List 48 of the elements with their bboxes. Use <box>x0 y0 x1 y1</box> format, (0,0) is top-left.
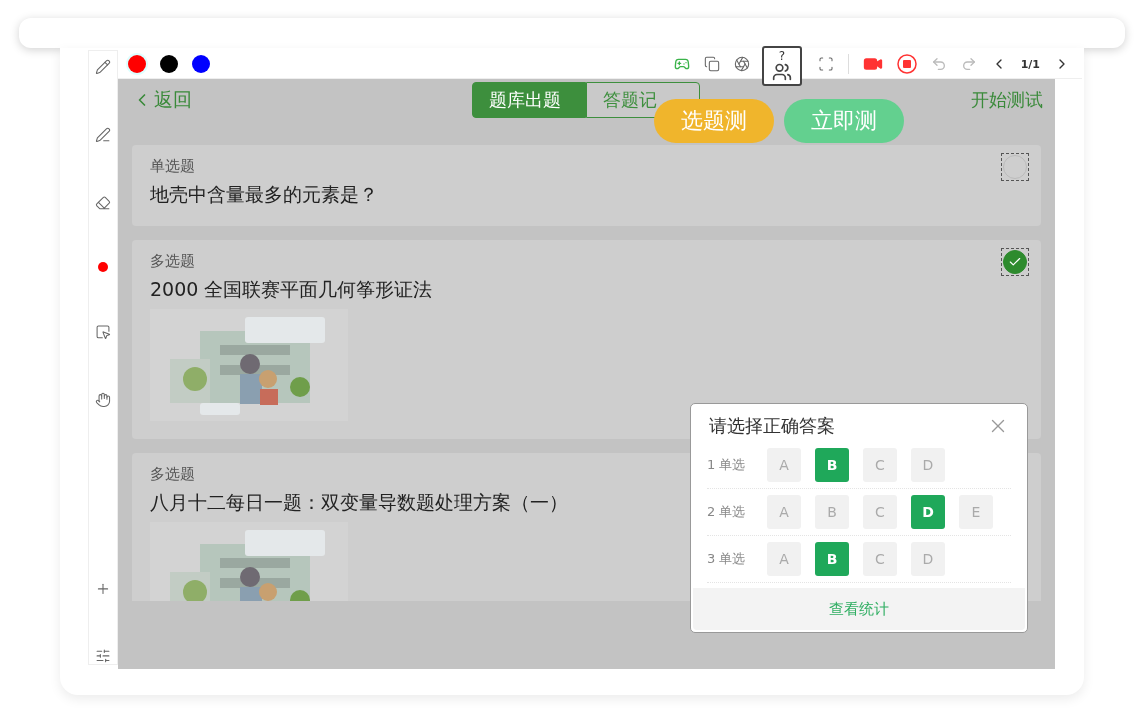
page-number: 1/1 <box>1020 57 1040 71</box>
option-button[interactable]: A <box>767 542 801 576</box>
question-title: 八月十二每日一题：双变量导数题处理方案（一） <box>150 490 568 515</box>
option-button[interactable]: A <box>767 495 801 529</box>
hand-icon[interactable] <box>95 391 111 408</box>
copy-icon[interactable] <box>703 56 720 72</box>
select-checkbox[interactable] <box>1001 153 1029 181</box>
question-label: 2 单选 <box>707 503 747 521</box>
option-button[interactable]: D <box>911 542 945 576</box>
option-button[interactable]: D <box>911 448 945 482</box>
option-button[interactable]: C <box>863 495 897 529</box>
option-button[interactable]: A <box>767 448 801 482</box>
question-type: 单选题 <box>150 157 195 176</box>
question-label: 3 单选 <box>707 550 747 568</box>
select-checkbox[interactable] <box>1001 248 1029 276</box>
option-button[interactable]: B <box>815 542 849 576</box>
question-type: 多选题 <box>150 252 195 271</box>
option-button[interactable]: C <box>863 448 897 482</box>
color-swatch[interactable] <box>128 55 146 73</box>
question-card[interactable]: 单选题 地壳中含量最多的元素是？ <box>132 145 1041 226</box>
gamepad-icon[interactable] <box>673 56 690 72</box>
option-button[interactable]: D <box>911 495 945 529</box>
view-stats-button[interactable]: 查看统计 <box>693 588 1025 630</box>
eraser-icon[interactable] <box>95 194 111 211</box>
option-button[interactable]: B <box>815 448 849 482</box>
settings-icon[interactable] <box>95 648 111 664</box>
dialog-title: 请选择正确答案 <box>709 414 835 438</box>
option-button[interactable]: E <box>959 495 993 529</box>
start-test-link[interactable]: 开始测试 <box>971 88 1043 112</box>
test-mode-tooltip[interactable]: 立即测 <box>784 99 904 143</box>
color-swatch[interactable] <box>160 55 178 73</box>
stop-record-icon[interactable] <box>896 54 917 74</box>
check-icon <box>1008 255 1022 269</box>
option-button[interactable]: C <box>863 542 897 576</box>
question-audience-icon[interactable]: ? <box>762 46 802 86</box>
select-icon[interactable] <box>95 324 111 340</box>
color-swatch[interactable] <box>192 55 210 73</box>
pen-icon[interactable] <box>95 126 111 143</box>
question-title: 地壳中含量最多的元素是？ <box>150 182 378 207</box>
back-link[interactable]: 返回 <box>132 87 472 113</box>
pencil-icon[interactable] <box>95 59 111 75</box>
question-label: 1 单选 <box>707 456 747 474</box>
aperture-icon[interactable] <box>733 56 750 72</box>
pen-color-icon[interactable] <box>98 262 108 273</box>
question-title: 2000 全国联赛平面几何筝形证法 <box>150 277 433 302</box>
option-button[interactable]: B <box>815 495 849 529</box>
question-type: 多选题 <box>150 465 195 484</box>
tab[interactable]: 题库出题 <box>472 82 586 118</box>
